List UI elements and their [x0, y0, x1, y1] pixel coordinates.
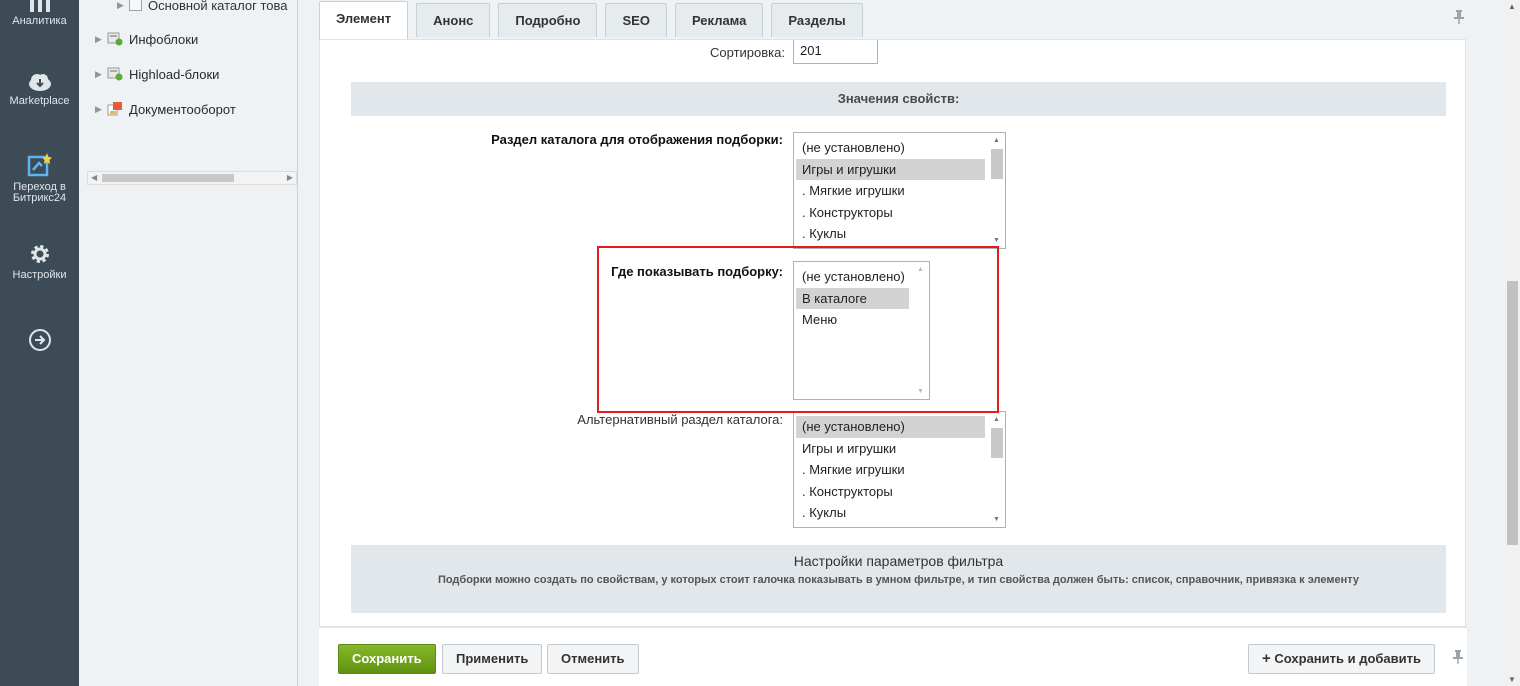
expand-arrow-icon[interactable]: ▶ — [95, 34, 107, 45]
section-select[interactable]: (не установлено) Игры и игрушки . Мягкие… — [793, 132, 1006, 249]
select-option[interactable]: Игры и игрушки — [796, 158, 985, 180]
alt-section-label: Альтернативный раздел каталога: — [577, 412, 783, 427]
scroll-up-icon[interactable]: ▲ — [1508, 2, 1516, 11]
select-option[interactable]: . Куклы — [796, 223, 985, 245]
expand-arrow-icon[interactable]: ▶ — [117, 0, 129, 11]
alt-section-select[interactable]: (не установлено) Игры и игрушки . Мягкие… — [793, 411, 1006, 528]
select-option[interactable]: . Мягкие игрушки — [796, 180, 985, 202]
sidebar-item-label: Переход в Битрикс24 — [12, 181, 67, 204]
expand-arrow-icon[interactable]: ▶ — [95, 69, 107, 80]
pin-icon[interactable] — [1454, 10, 1464, 27]
sidebar-item-label: Аналитика — [12, 15, 67, 27]
left-sidebar: Аналитика Marketplace Переход в Битрикс2… — [0, 0, 79, 686]
save-and-add-button[interactable]: + Сохранить и добавить — [1248, 644, 1436, 674]
sort-input[interactable]: 201 — [793, 40, 878, 64]
sidebar-item-bitrix24[interactable]: Переход в Битрикс24 — [0, 152, 79, 204]
tab-bar: Элемент Анонс Подробно SEO Реклама Разде… — [319, 0, 871, 40]
select-option[interactable]: Игры и игрушки — [796, 438, 985, 460]
tab-seo[interactable]: SEO — [605, 3, 667, 37]
catalog-icon — [129, 0, 142, 11]
sidebar-item-marketplace[interactable]: Marketplace — [0, 72, 79, 107]
tab-sections[interactable]: Разделы — [771, 3, 863, 37]
sidebar-item-collapse[interactable] — [0, 328, 79, 356]
bar-chart-icon — [29, 0, 50, 12]
save-button[interactable]: Сохранить — [338, 644, 436, 674]
cloud-download-icon — [28, 74, 51, 91]
properties-header-title: Значения свойств: — [837, 91, 960, 106]
scrollbar-thumb[interactable] — [1507, 281, 1518, 545]
apply-button[interactable]: Применить — [442, 644, 543, 674]
select-option[interactable]: . Куклы — [796, 502, 985, 524]
tree-item-label: Основной каталог това — [148, 0, 288, 13]
scroll-down-icon[interactable]: ▼ — [993, 516, 1000, 523]
scrollbar-thumb[interactable] — [991, 149, 1003, 179]
scroll-right-icon[interactable]: ▶ — [287, 172, 293, 184]
sidebar-item-label: Настройки — [12, 269, 67, 281]
select-option[interactable]: (не установлено) — [796, 137, 985, 159]
page-scrollbar[interactable]: ▲ ▼ — [1504, 0, 1520, 686]
sidebar-item-analytics[interactable]: Аналитика — [0, 0, 79, 27]
arrow-right-circle-icon — [28, 329, 51, 351]
tree-panel: ▶ Основной каталог това ▶ Инфоблоки ▶ Hi… — [79, 0, 298, 686]
sidebar-item-label: Marketplace — [9, 95, 70, 107]
tree-item-docflow[interactable]: ▶ Документооборот — [95, 99, 236, 119]
scroll-left-icon[interactable]: ◀ — [91, 172, 97, 184]
pin-icon[interactable] — [1453, 650, 1463, 667]
document-flow-icon — [107, 102, 122, 116]
scrollbar-thumb[interactable] — [102, 174, 234, 182]
select-option[interactable]: (не установлено) — [796, 416, 985, 438]
select-scrollbar[interactable]: ▲ ▼ — [989, 412, 1005, 527]
properties-header: Значения свойств: — [351, 82, 1446, 116]
highlight-frame — [597, 246, 999, 413]
tab-announce[interactable]: Анонс — [416, 3, 491, 37]
save-and-add-label: Сохранить и добавить — [1274, 651, 1422, 666]
cancel-button[interactable]: Отменить — [547, 644, 639, 674]
filter-settings-header: Настройки параметров фильтра Подборки мо… — [351, 545, 1446, 613]
expand-arrow-icon[interactable]: ▶ — [95, 104, 107, 115]
scrollbar-thumb[interactable] — [991, 428, 1003, 458]
select-scrollbar[interactable]: ▲ ▼ — [989, 133, 1005, 248]
section-label: Раздел каталога для отображения подборки… — [491, 132, 783, 147]
filter-settings-description: Подборки можно создать по свойствам, у к… — [437, 574, 1360, 586]
select-option[interactable]: . Конструкторы — [796, 202, 985, 224]
tree-item-catalog[interactable]: ▶ Основной каталог това — [117, 0, 288, 15]
infoblock-icon — [107, 67, 123, 81]
tree-horizontal-scrollbar[interactable]: ◀ ▶ — [87, 171, 297, 185]
tree-item-highload[interactable]: ▶ Highload-блоки — [95, 64, 219, 84]
tab-element[interactable]: Элемент — [319, 1, 409, 39]
sort-label: Сортировка: — [710, 45, 785, 60]
tab-details[interactable]: Подробно — [498, 3, 598, 37]
bitrix24-star-icon — [27, 153, 52, 177]
plus-icon: + — [1262, 650, 1271, 667]
bottom-action-bar: Сохранить Применить Отменить + Сохранить… — [319, 627, 1467, 686]
scroll-down-icon[interactable]: ▼ — [1508, 675, 1516, 684]
scroll-down-icon[interactable]: ▼ — [993, 237, 1000, 244]
tree-item-infoblocks[interactable]: ▶ Инфоблоки — [95, 29, 198, 49]
tab-advertising[interactable]: Реклама — [674, 3, 764, 37]
tree-item-label: Инфоблоки — [129, 31, 199, 47]
tree-item-label: Highload-блоки — [129, 66, 220, 82]
scroll-up-icon[interactable]: ▲ — [993, 137, 1000, 144]
scroll-up-icon[interactable]: ▲ — [993, 416, 1000, 423]
infoblock-icon — [107, 32, 123, 46]
sidebar-item-settings[interactable]: Настройки — [0, 242, 79, 281]
select-option[interactable]: . Конструкторы — [796, 481, 985, 503]
tree-item-label: Документооборот — [129, 101, 236, 117]
filter-settings-title: Настройки параметров фильтра — [793, 553, 1004, 569]
gear-icon — [30, 245, 49, 263]
select-option[interactable]: . Мягкие игрушки — [796, 459, 985, 481]
